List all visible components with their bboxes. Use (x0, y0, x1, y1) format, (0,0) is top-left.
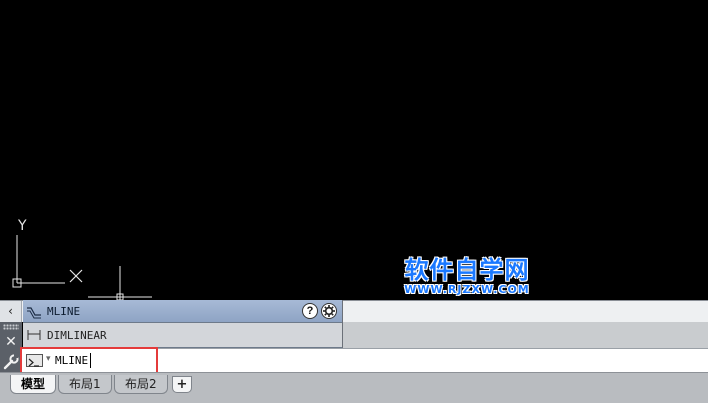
command-line-sidebar: ✕ (0, 322, 22, 372)
settings-gear-button[interactable] (321, 303, 337, 319)
drag-grip-handle[interactable] (3, 324, 19, 330)
crosshair-cursor-icon (88, 266, 152, 300)
watermark-url-text: WWW.RJZXW.COM (404, 283, 530, 296)
layout-tab-bar: 模型 布局1 布局2 + (0, 372, 708, 403)
add-layout-button[interactable]: + (172, 376, 192, 393)
history-item-dimlinear[interactable]: DIMLINEAR (23, 323, 342, 348)
command-history-panel: MLINE ? DIMLINEAR (23, 300, 342, 348)
history-item-mline[interactable]: MLINE ? (23, 300, 342, 323)
scroll-left-button[interactable]: ‹ (0, 301, 22, 322)
tab-model[interactable]: 模型 (10, 375, 57, 394)
tab-layout1[interactable]: 布局1 (58, 375, 112, 394)
close-icon[interactable]: ✕ (3, 334, 19, 350)
tab-layout2[interactable]: 布局2 (114, 375, 168, 394)
help-button[interactable]: ? (302, 303, 318, 319)
dimlinear-icon (27, 330, 41, 340)
history-item-label: DIMLINEAR (47, 329, 107, 342)
watermark-logo: 软件自学网 WWW.RJZXW.COM (392, 256, 542, 296)
gear-icon (323, 305, 335, 317)
drawing-canvas[interactable]: Y 软件自学网 WWW.RJZXW.COM (0, 0, 708, 300)
mline-icon (27, 307, 41, 319)
history-item-label: MLINE (47, 305, 81, 318)
status-band (343, 322, 708, 348)
panel-divider (342, 300, 343, 348)
wrench-icon[interactable] (2, 354, 20, 370)
watermark-main-text: 软件自学网 (404, 256, 530, 284)
annotation-highlight-box (20, 347, 158, 374)
